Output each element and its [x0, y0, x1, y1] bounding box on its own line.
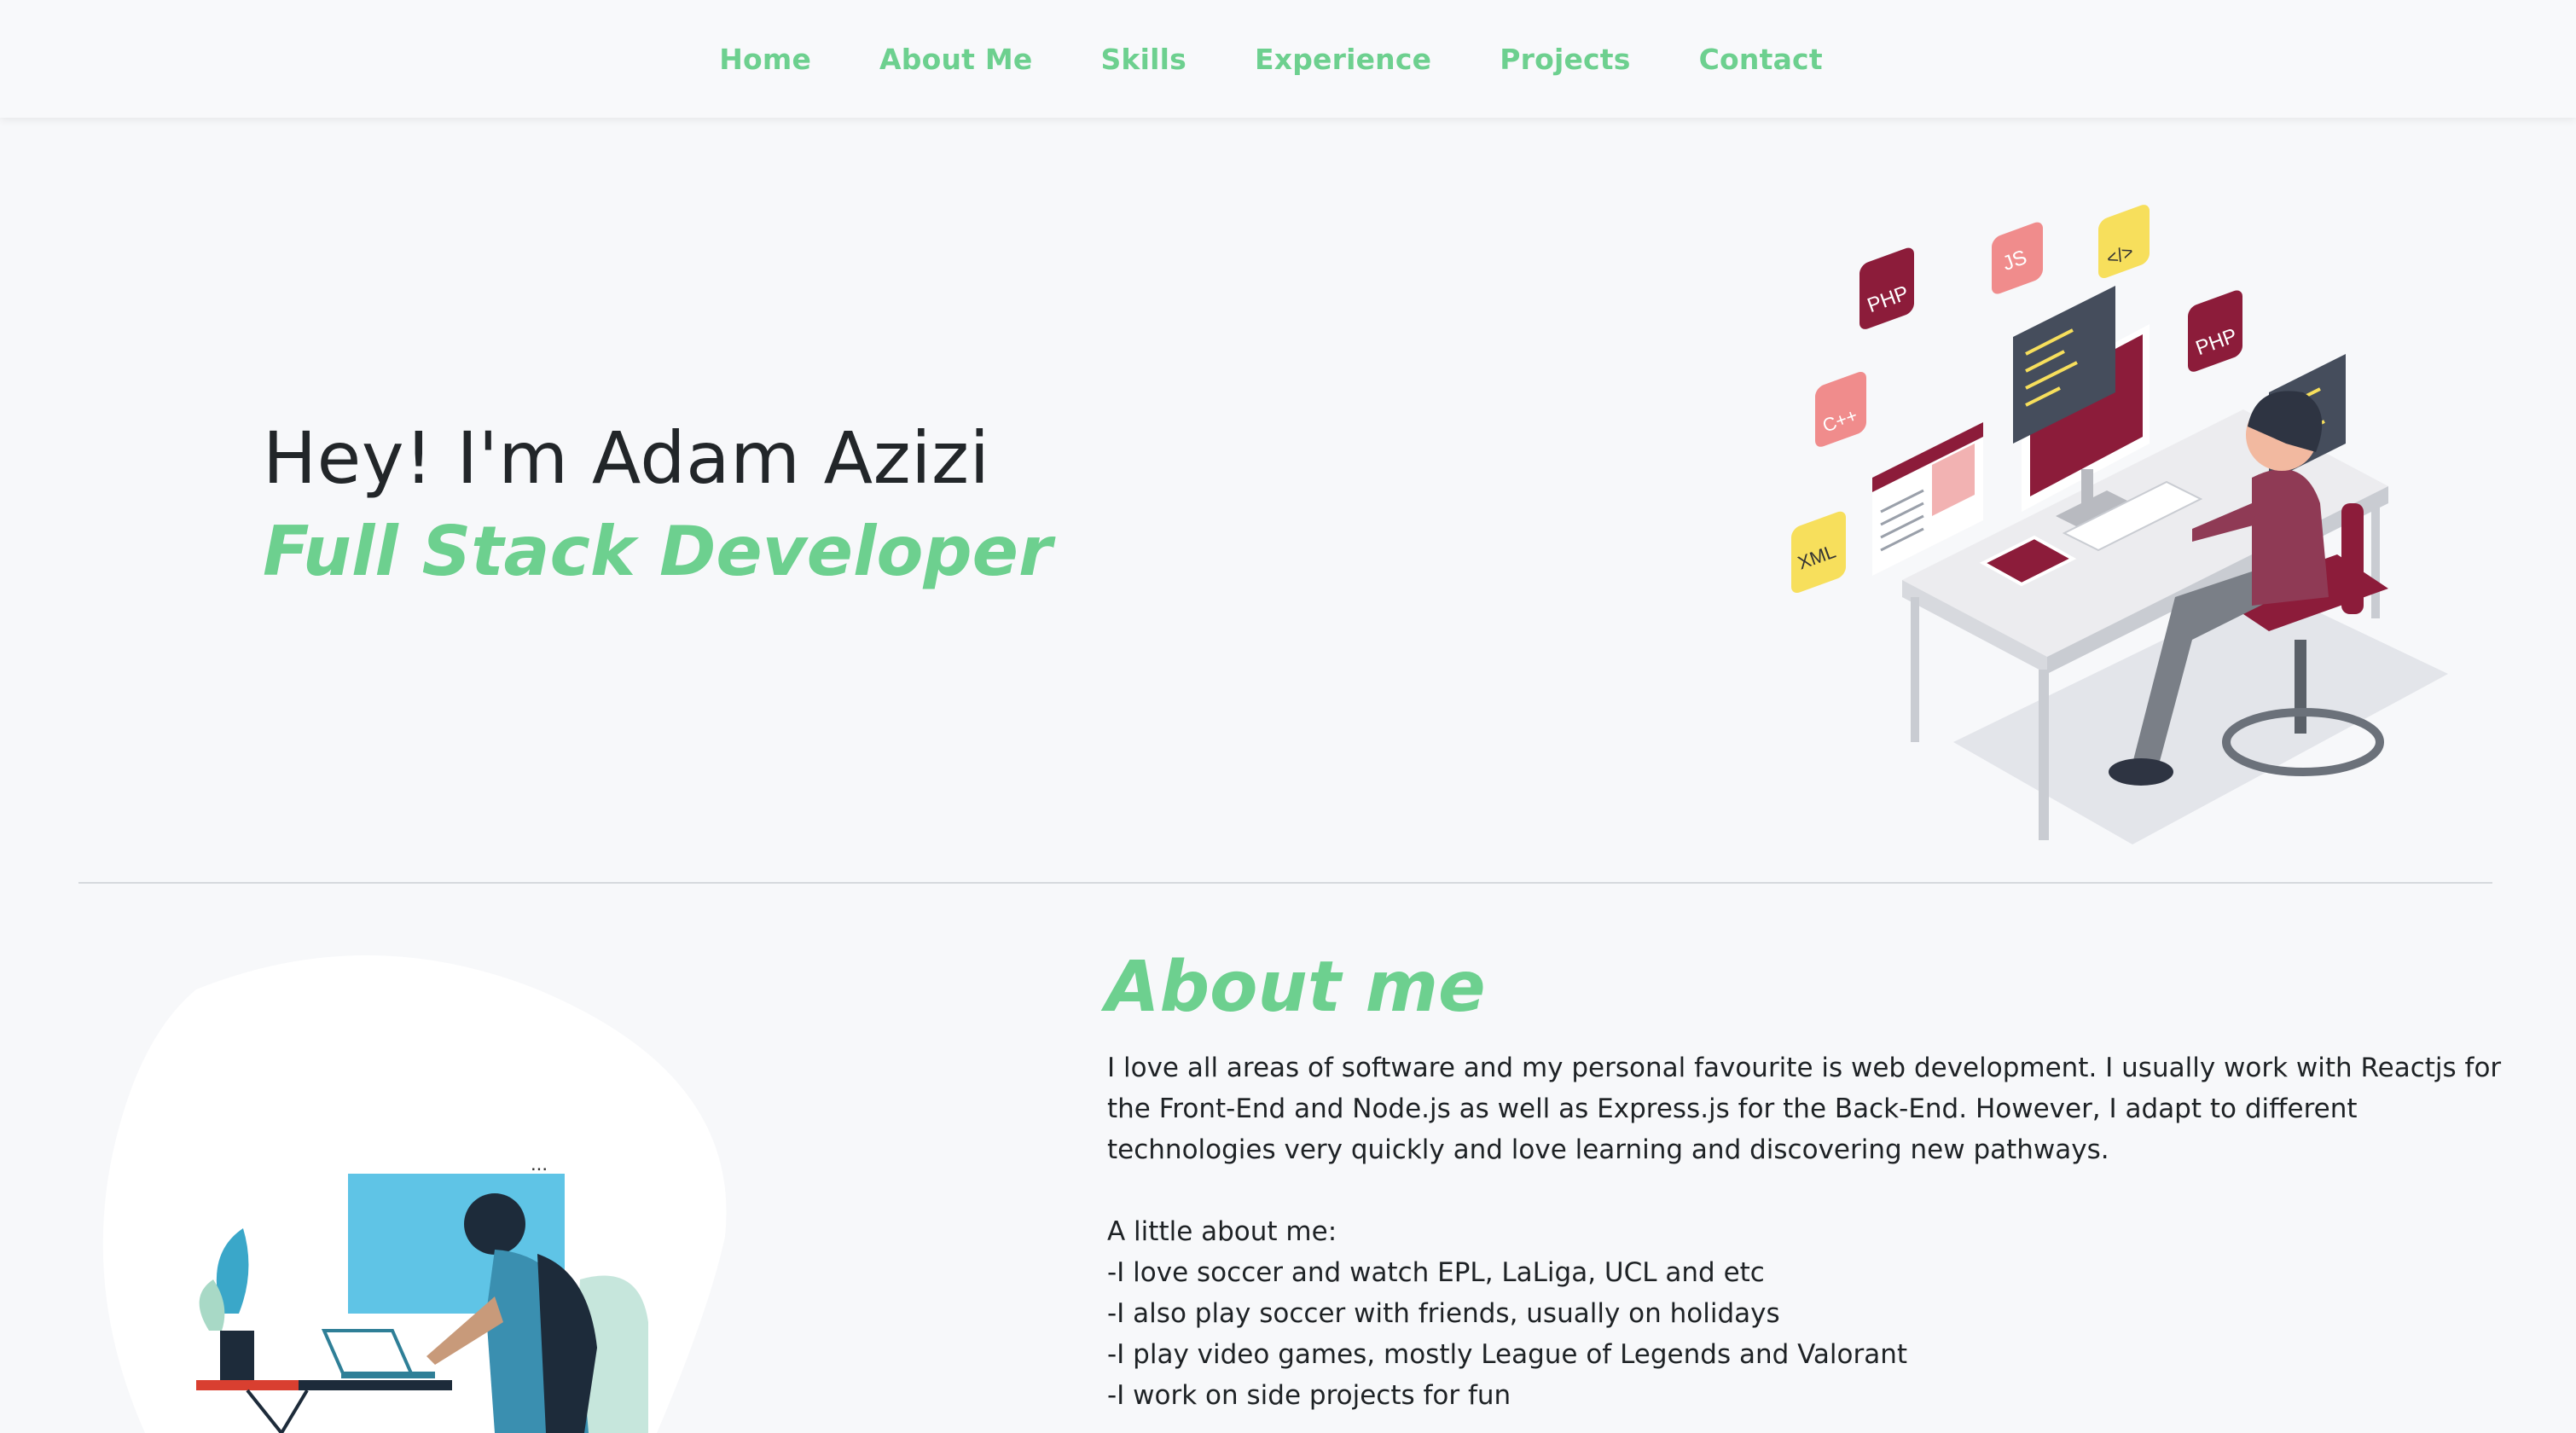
about-list-title: A little about me: — [1107, 1216, 1337, 1247]
hero-role: Full Stack Developer — [263, 512, 1053, 591]
php-badge-left: PHP — [1859, 247, 1914, 329]
php-badge-right: PHP — [2188, 290, 2242, 372]
developer-desk-illustration: PHP JS </> PHP C++ XML — [1791, 205, 2448, 844]
nav-home[interactable]: Home — [719, 43, 811, 76]
nav-contact[interactable]: Contact — [1699, 43, 1823, 76]
cpp-badge: C++ — [1815, 371, 1866, 447]
hero-greeting: Hey! I'm Adam Azizi — [263, 416, 990, 500]
nav-about-me[interactable]: About Me — [879, 43, 1032, 76]
list-item: -I love soccer and watch EPL, LaLiga, UC… — [1107, 1257, 1765, 1288]
about-intro: I love all areas of software and my pers… — [1107, 1053, 2502, 1165]
code-badge: </> — [2098, 205, 2150, 278]
list-item: -I work on side projects for fun — [1107, 1380, 1511, 1411]
nav-projects[interactable]: Projects — [1500, 43, 1630, 76]
nav-experience[interactable]: Experience — [1255, 43, 1431, 76]
xml-badge: XML — [1791, 511, 1846, 594]
js-badge: JS — [1992, 222, 2043, 294]
about-heading: About me — [1105, 947, 1486, 1028]
section-divider — [78, 882, 2492, 884]
top-navigation: Home About Me Skills Experience Projects… — [0, 0, 2576, 118]
list-item: -I play video games, mostly League of Le… — [1107, 1339, 1908, 1370]
svg-text:...: ... — [531, 1152, 548, 1175]
working-at-laptop-illustration: ... — [102, 955, 727, 1433]
about-body: I love all areas of software and my pers… — [1107, 1047, 2506, 1416]
list-item: -I also play soccer with friends, usuall… — [1107, 1298, 1780, 1329]
nav-skills[interactable]: Skills — [1100, 43, 1186, 76]
